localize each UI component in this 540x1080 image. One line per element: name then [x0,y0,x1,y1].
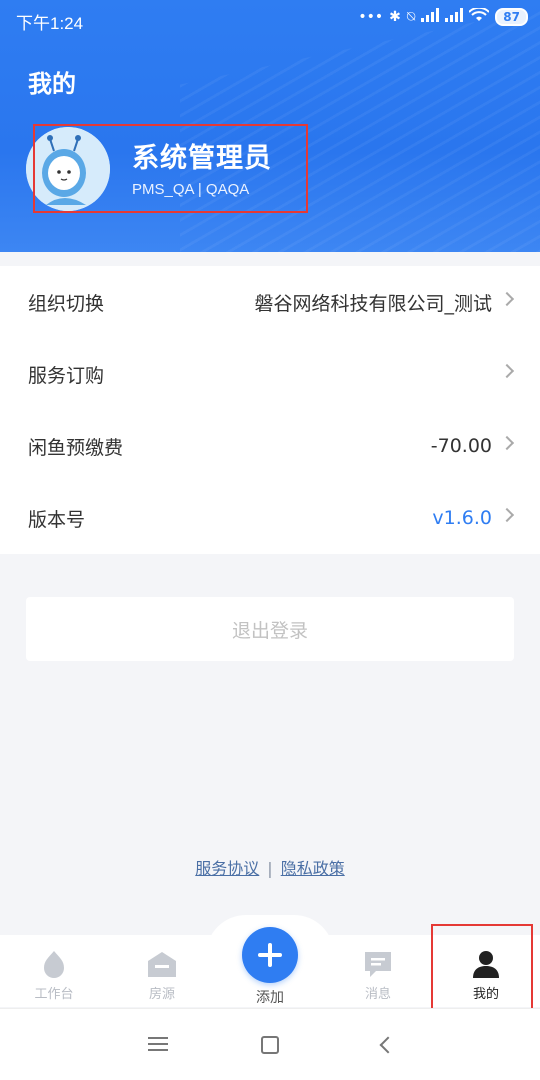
battery-icon: 87 [495,8,528,26]
wifi-icon [468,6,491,26]
menu-icon[interactable] [148,1037,168,1051]
house-icon [148,952,176,977]
status-time: 下午1:24 [16,14,84,33]
logout-button[interactable]: 退出登录 [26,597,514,661]
bluetooth-icon: ✱ [389,9,401,25]
service-purchase-item[interactable]: 服务订购 [0,338,540,410]
version-item[interactable]: 版本号 v1.6.0 [0,482,540,554]
list-item-value: 磐谷网络科技有限公司_测试 [254,292,492,315]
status-icons: ••• ✱ ⍉ 87 [358,6,528,26]
list-item-label: 版本号 [28,508,86,531]
settings-list: 组织切换 磐谷网络科技有限公司_测试 服务订购 闲鱼预缴费 -70.00 版本号… [0,266,540,554]
bottom-tab-bar: 工作台 房源 添加 消息 我的 [0,915,540,1020]
tab-messages[interactable]: 消息 [324,935,432,1007]
status-bar: 下午1:24 ••• ✱ ⍉ 87 [0,0,540,40]
tab-add-label[interactable]: 添加 [242,987,298,1007]
profile-header: 下午1:24 ••• ✱ ⍉ 87 我的 系统管理员 PMS_QA | QAQA [0,0,540,252]
list-item-label: 服务订购 [28,364,105,387]
more-dots-icon: ••• [358,9,384,25]
service-agreement-link[interactable]: 服务协议 [195,859,259,878]
org-switch-item[interactable]: 组织切换 磐谷网络科技有限公司_测试 [0,266,540,338]
back-icon[interactable] [379,1036,397,1054]
list-item-value: -70.00 [430,435,492,457]
plus-icon[interactable] [242,927,298,983]
chevron-right-icon [499,363,515,379]
list-item-value: v1.6.0 [432,507,492,529]
highlight-box-profile [33,124,308,213]
chevron-right-icon [499,291,515,307]
list-item-label: 组织切换 [28,292,105,315]
signal-hd-icon [445,8,464,26]
policy-links: 服务协议 | 隐私政策 [0,855,540,879]
privacy-policy-link[interactable]: 隐私政策 [281,859,345,878]
home-square-icon[interactable] [261,1036,279,1054]
mute-icon: ⍉ [406,9,416,25]
chevron-right-icon [499,507,515,523]
tab-label: 消息 [364,987,391,1002]
prepayment-item[interactable]: 闲鱼预缴费 -70.00 [0,410,540,482]
home-icon [44,951,64,978]
tab-workbench[interactable]: 工作台 [0,935,108,1007]
tab-label: 房源 [148,987,175,1002]
highlight-box-mine-tab [431,924,533,1020]
page-title: 我的 [28,70,76,98]
signal-icon [421,8,440,26]
message-icon [365,952,391,977]
system-nav-bar [0,1008,540,1080]
chevron-right-icon [499,435,515,451]
tab-label: 工作台 [34,987,74,1002]
link-separator: | [267,859,273,878]
list-item-label: 闲鱼预缴费 [28,436,124,459]
tab-listings[interactable]: 房源 [108,935,216,1007]
